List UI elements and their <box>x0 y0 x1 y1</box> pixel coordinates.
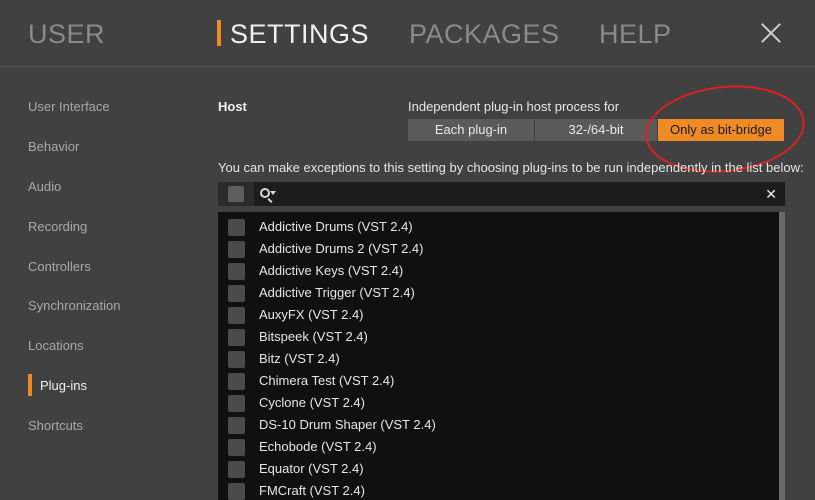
plugin-row[interactable]: Addictive Drums 2 (VST 2.4) <box>218 238 779 260</box>
top-navigation: USER SETTINGS PACKAGES HELP <box>0 0 815 68</box>
plugin-checkbox[interactable] <box>228 439 245 456</box>
plugin-checkbox[interactable] <box>228 373 245 390</box>
host-process-label: Independent plug-in host process for <box>408 99 620 114</box>
plugin-row[interactable]: FMCraft (VST 2.4) <box>218 480 779 500</box>
host-option-each-plug-in[interactable]: Each plug-in <box>408 119 534 141</box>
plugin-name: Bitspeek (VST 2.4) <box>259 329 368 344</box>
chevron-down-icon[interactable] <box>270 191 276 195</box>
close-icon[interactable] <box>760 22 782 44</box>
plugin-checkbox[interactable] <box>228 461 245 478</box>
plugin-row[interactable]: Cyclone (VST 2.4) <box>218 392 779 414</box>
plugin-checkbox[interactable] <box>228 417 245 434</box>
plugin-list-scrollbar[interactable] <box>779 212 785 500</box>
plugin-name: Chimera Test (VST 2.4) <box>259 373 395 388</box>
plugin-name: Equator (VST 2.4) <box>259 461 364 476</box>
select-all-checkbox[interactable] <box>228 186 244 202</box>
plugin-checkbox[interactable] <box>228 483 245 500</box>
top-divider <box>0 66 815 67</box>
plugin-row[interactable]: Addictive Keys (VST 2.4) <box>218 260 779 282</box>
plugin-checkbox[interactable] <box>228 285 245 302</box>
host-option-32-64-bit[interactable]: 32-/64-bit <box>535 119 657 141</box>
sidebar-item-plug-ins[interactable]: Plug-ins <box>40 377 87 395</box>
plugin-row[interactable]: Echobode (VST 2.4) <box>218 436 779 458</box>
plugin-row[interactable]: AuxyFX (VST 2.4) <box>218 304 779 326</box>
plugin-row[interactable]: Equator (VST 2.4) <box>218 458 779 480</box>
tab-settings[interactable]: SETTINGS <box>230 14 369 54</box>
plugin-name: Echobode (VST 2.4) <box>259 439 377 454</box>
plugin-list[interactable]: Addictive Drums (VST 2.4) Addictive Drum… <box>218 212 779 500</box>
plugin-row[interactable]: DS-10 Drum Shaper (VST 2.4) <box>218 414 779 436</box>
plugin-checkbox[interactable] <box>228 351 245 368</box>
plugin-row[interactable]: Chimera Test (VST 2.4) <box>218 370 779 392</box>
tab-help[interactable]: HELP <box>599 14 672 54</box>
plugin-row[interactable]: Addictive Drums (VST 2.4) <box>218 216 779 238</box>
plugin-name: Bitz (VST 2.4) <box>259 351 340 366</box>
sidebar-item-audio[interactable]: Audio <box>28 178 61 196</box>
plugin-search-field[interactable]: ✕ <box>254 182 785 206</box>
sidebar-item-user-interface[interactable]: User Interface <box>28 98 110 116</box>
plugin-name: Addictive Trigger (VST 2.4) <box>259 285 415 300</box>
plugin-name: FMCraft (VST 2.4) <box>259 483 365 498</box>
plugin-checkbox[interactable] <box>228 307 245 324</box>
sidebar-item-synchronization[interactable]: Synchronization <box>28 297 121 315</box>
sidebar-item-shortcuts[interactable]: Shortcuts <box>28 417 83 435</box>
plugin-name: Addictive Drums (VST 2.4) <box>259 219 413 234</box>
plugin-checkbox[interactable] <box>228 263 245 280</box>
plugin-filter-bar: ✕ <box>218 182 785 206</box>
clear-search-icon[interactable]: ✕ <box>765 185 777 203</box>
plugin-checkbox[interactable] <box>228 329 245 346</box>
tab-user[interactable]: USER <box>28 14 105 54</box>
plugin-checkbox[interactable] <box>228 219 245 236</box>
tab-packages[interactable]: PACKAGES <box>409 14 560 54</box>
search-icon[interactable] <box>260 188 270 198</box>
sidebar-item-controllers[interactable]: Controllers <box>28 258 91 276</box>
plugin-name: Cyclone (VST 2.4) <box>259 395 365 410</box>
sidebar-item-behavior[interactable]: Behavior <box>28 138 79 156</box>
exceptions-description: You can make exceptions to this setting … <box>218 160 804 175</box>
plugin-checkbox[interactable] <box>228 395 245 412</box>
plugin-checkbox[interactable] <box>228 241 245 258</box>
host-heading: Host <box>218 99 247 114</box>
plugin-name: AuxyFX (VST 2.4) <box>259 307 364 322</box>
active-tab-indicator <box>217 20 221 46</box>
active-sidebar-indicator <box>28 374 32 396</box>
plugin-search-input[interactable] <box>282 184 752 204</box>
plugin-name: Addictive Drums 2 (VST 2.4) <box>259 241 424 256</box>
plugin-name: DS-10 Drum Shaper (VST 2.4) <box>259 417 436 432</box>
plugin-row[interactable]: Addictive Trigger (VST 2.4) <box>218 282 779 304</box>
plugin-name: Addictive Keys (VST 2.4) <box>259 263 404 278</box>
plugin-row[interactable]: Bitz (VST 2.4) <box>218 348 779 370</box>
plugin-row[interactable]: Bitspeek (VST 2.4) <box>218 326 779 348</box>
sidebar-item-locations[interactable]: Locations <box>28 337 84 355</box>
sidebar-item-recording[interactable]: Recording <box>28 218 87 236</box>
